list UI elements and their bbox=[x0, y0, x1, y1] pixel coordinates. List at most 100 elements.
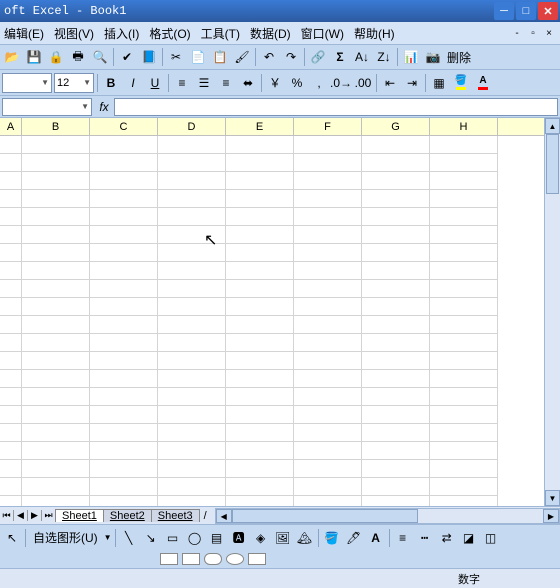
cell[interactable] bbox=[0, 298, 22, 316]
cell[interactable] bbox=[0, 136, 22, 154]
cell[interactable] bbox=[294, 334, 362, 352]
cell[interactable] bbox=[158, 262, 226, 280]
arrow-style-icon[interactable]: ⇄ bbox=[437, 528, 457, 548]
cell[interactable] bbox=[362, 316, 430, 334]
cell[interactable] bbox=[226, 424, 294, 442]
cell[interactable] bbox=[158, 190, 226, 208]
doc-minimize-button[interactable]: - bbox=[510, 28, 524, 39]
shape-rect[interactable] bbox=[160, 553, 178, 565]
cell[interactable] bbox=[362, 190, 430, 208]
cell[interactable] bbox=[22, 280, 90, 298]
increase-indent-icon[interactable]: ⇥ bbox=[402, 73, 422, 93]
cell[interactable] bbox=[362, 208, 430, 226]
cell[interactable] bbox=[294, 298, 362, 316]
cell[interactable] bbox=[0, 352, 22, 370]
cell[interactable] bbox=[0, 496, 22, 506]
fill-color-icon[interactable]: 🪣 bbox=[451, 73, 471, 93]
delete-button[interactable]: 删除 bbox=[445, 47, 473, 67]
cell[interactable] bbox=[294, 172, 362, 190]
column-header-g[interactable]: G bbox=[362, 118, 430, 135]
cell[interactable] bbox=[226, 154, 294, 172]
autosum-icon[interactable]: Σ bbox=[330, 47, 350, 67]
line-color-icon[interactable]: 🖊 bbox=[344, 528, 364, 548]
cell[interactable] bbox=[90, 478, 158, 496]
merge-center-icon[interactable]: ⬌ bbox=[238, 73, 258, 93]
shape-ellipse[interactable] bbox=[226, 553, 244, 565]
percent-icon[interactable]: % bbox=[287, 73, 307, 93]
font-color-icon[interactable]: A bbox=[366, 528, 386, 548]
cell[interactable] bbox=[0, 442, 22, 460]
cell[interactable] bbox=[362, 298, 430, 316]
cell[interactable] bbox=[226, 208, 294, 226]
cell[interactable] bbox=[158, 298, 226, 316]
cell[interactable] bbox=[294, 136, 362, 154]
cell[interactable] bbox=[430, 496, 498, 506]
print-preview-icon[interactable]: 🔍 bbox=[90, 47, 110, 67]
cell[interactable] bbox=[362, 154, 430, 172]
tab-first-icon[interactable]: ⏮ bbox=[0, 510, 14, 521]
cell[interactable] bbox=[226, 226, 294, 244]
cell[interactable] bbox=[90, 388, 158, 406]
cell[interactable] bbox=[22, 208, 90, 226]
cell[interactable] bbox=[0, 190, 22, 208]
cell[interactable] bbox=[0, 226, 22, 244]
cell[interactable] bbox=[90, 316, 158, 334]
cell[interactable] bbox=[0, 478, 22, 496]
cell[interactable] bbox=[90, 352, 158, 370]
cell[interactable] bbox=[362, 388, 430, 406]
fx-button[interactable]: fx bbox=[94, 100, 114, 114]
decrease-decimal-icon[interactable]: .00 bbox=[353, 73, 373, 93]
sort-asc-icon[interactable]: A↓ bbox=[352, 47, 372, 67]
bold-button[interactable]: B bbox=[101, 73, 121, 93]
cell[interactable] bbox=[362, 406, 430, 424]
wordart-icon[interactable]: 🅰 bbox=[229, 528, 249, 548]
cell[interactable] bbox=[158, 280, 226, 298]
cell[interactable] bbox=[430, 316, 498, 334]
cell[interactable] bbox=[0, 172, 22, 190]
cell[interactable] bbox=[158, 442, 226, 460]
save-icon[interactable]: 💾 bbox=[24, 47, 44, 67]
column-header-e[interactable]: E bbox=[226, 118, 294, 135]
cell[interactable] bbox=[158, 424, 226, 442]
cell[interactable] bbox=[362, 226, 430, 244]
sheet-tab-1[interactable]: Sheet1 bbox=[55, 509, 104, 522]
cell[interactable] bbox=[362, 460, 430, 478]
scroll-left-icon[interactable]: ◀ bbox=[216, 509, 232, 523]
format-painter-icon[interactable]: 🖌 bbox=[232, 47, 252, 67]
cell[interactable] bbox=[226, 406, 294, 424]
shape-rect[interactable] bbox=[248, 553, 266, 565]
cell[interactable] bbox=[294, 154, 362, 172]
menu-data[interactable]: 数据(D) bbox=[250, 25, 291, 42]
cell[interactable] bbox=[362, 370, 430, 388]
cell[interactable] bbox=[430, 406, 498, 424]
cell[interactable] bbox=[430, 136, 498, 154]
cell[interactable] bbox=[294, 370, 362, 388]
cell[interactable] bbox=[0, 262, 22, 280]
cell[interactable] bbox=[22, 190, 90, 208]
hyperlink-icon[interactable]: 🔗 bbox=[308, 47, 328, 67]
cell[interactable] bbox=[430, 190, 498, 208]
cell[interactable] bbox=[90, 280, 158, 298]
cell[interactable] bbox=[226, 334, 294, 352]
rectangle-icon[interactable]: ▭ bbox=[163, 528, 183, 548]
cell[interactable] bbox=[90, 460, 158, 478]
cell[interactable] bbox=[362, 352, 430, 370]
cut-icon[interactable]: ✂ bbox=[166, 47, 186, 67]
cell[interactable] bbox=[362, 136, 430, 154]
tab-last-icon[interactable]: ⏭ bbox=[42, 510, 56, 521]
menu-window[interactable]: 窗口(W) bbox=[301, 25, 344, 42]
cell[interactable] bbox=[22, 442, 90, 460]
shadow-icon[interactable]: ◪ bbox=[459, 528, 479, 548]
column-header-b[interactable]: B bbox=[22, 118, 90, 135]
cell[interactable] bbox=[22, 352, 90, 370]
cell[interactable] bbox=[226, 478, 294, 496]
redo-icon[interactable]: ↷ bbox=[281, 47, 301, 67]
chart-wizard-icon[interactable]: 📊 bbox=[401, 47, 421, 67]
cell[interactable] bbox=[430, 262, 498, 280]
cell[interactable] bbox=[90, 334, 158, 352]
cell[interactable] bbox=[22, 172, 90, 190]
cell[interactable] bbox=[22, 226, 90, 244]
cell[interactable] bbox=[90, 496, 158, 506]
cell[interactable] bbox=[362, 334, 430, 352]
cell[interactable] bbox=[226, 172, 294, 190]
